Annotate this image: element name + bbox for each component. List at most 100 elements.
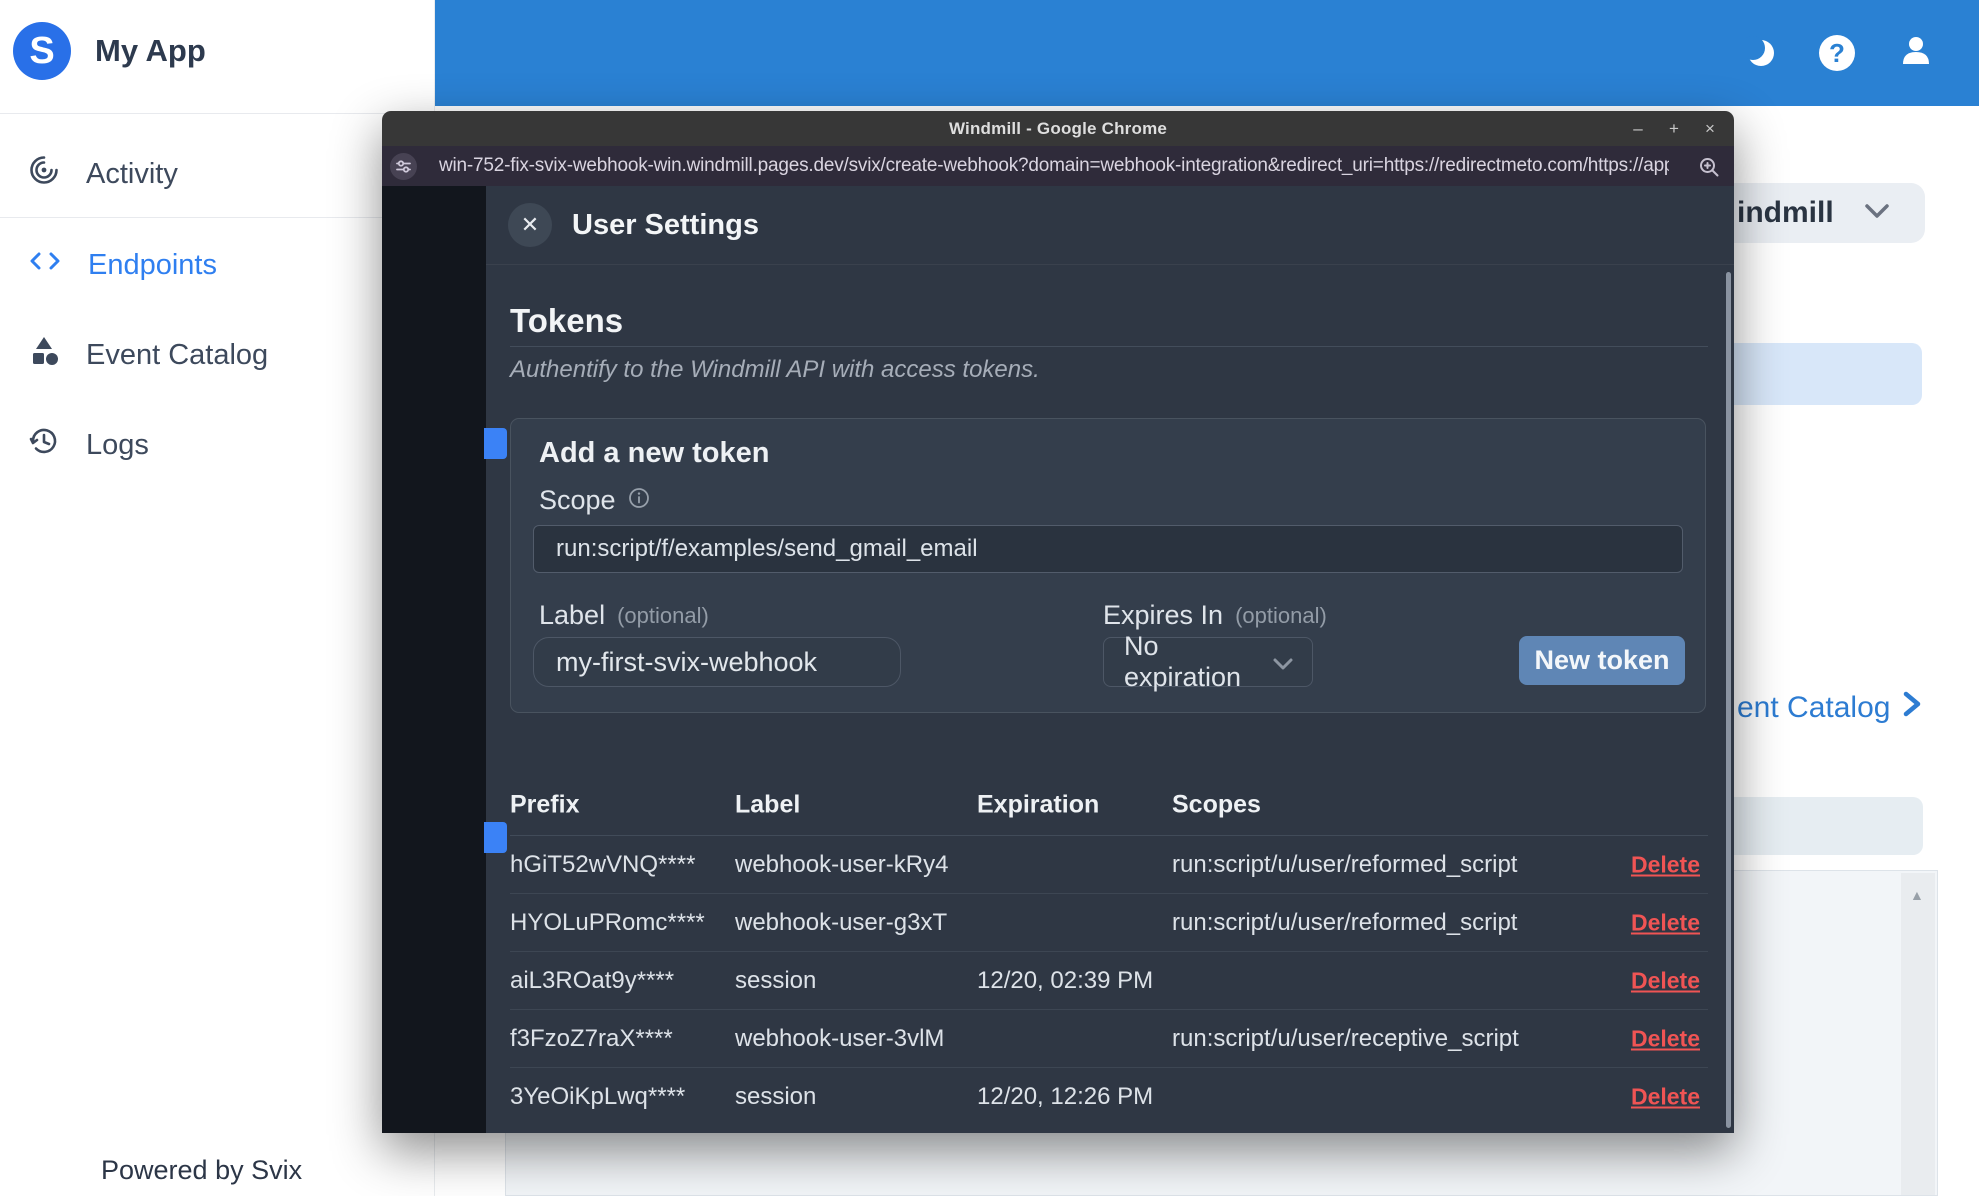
page-backdrop xyxy=(382,186,486,1133)
delete-token-link[interactable]: Delete xyxy=(1631,851,1700,878)
scope-input[interactable]: run:script/f/examples/send_gmail_email xyxy=(533,525,1683,573)
chevron-down-icon xyxy=(1864,203,1890,224)
col-header-expiration: Expiration xyxy=(977,790,1100,819)
info-icon[interactable] xyxy=(628,485,650,516)
table-row: f3FzoZ7raX**** webhook-user-3vlM run:scr… xyxy=(510,1010,1708,1068)
table-header-row: Prefix Label Expiration Scopes xyxy=(510,775,1708,836)
user-settings-modal: ✕ User Settings Tokens Authentify to the… xyxy=(486,186,1734,1133)
col-header-prefix: Prefix xyxy=(510,790,580,819)
new-token-button[interactable]: New token xyxy=(1519,636,1685,685)
tokens-subtitle: Authentify to the Windmill API with acce… xyxy=(510,356,1040,383)
scope-field-label: Scope xyxy=(539,485,650,516)
add-token-card: Add a new token Scope run:script/f/examp… xyxy=(510,418,1706,713)
window-title: Windmill - Google Chrome xyxy=(948,118,1168,138)
token-prefix: f3FzoZ7raX**** xyxy=(510,1024,673,1052)
modal-header: ✕ User Settings xyxy=(486,186,1734,265)
browser-viewport: ✕ User Settings Tokens Authentify to the… xyxy=(382,186,1734,1133)
token-scopes: run:script/u/user/reformed_script xyxy=(1172,908,1518,936)
token-prefix: HYOLuPRomc**** xyxy=(510,908,705,936)
divider xyxy=(510,346,1708,347)
maximize-button[interactable]: + xyxy=(1666,119,1682,139)
panel-scrollbar[interactable]: ▲ xyxy=(1901,873,1935,1195)
user-icon[interactable] xyxy=(1897,32,1935,75)
expires-field-label: Expires In (optional) xyxy=(1103,600,1327,631)
token-label: webhook-user-g3xT xyxy=(735,908,948,936)
token-scopes: run:script/u/user/receptive_script xyxy=(1172,1024,1519,1052)
workspace-label: indmill xyxy=(1737,196,1834,229)
sidebar-item-endpoints[interactable]: Endpoints xyxy=(0,233,435,297)
divider xyxy=(0,113,435,114)
url-text[interactable]: win-752-fix-svix-webhook-win.windmill.pa… xyxy=(439,155,1669,177)
table-row: aiL3ROat9y**** session 12/20, 02:39 PM D… xyxy=(510,952,1708,1010)
event-catalog-link[interactable]: ent Catalog xyxy=(1737,690,1922,726)
expires-selected-value: No expiration xyxy=(1124,631,1242,692)
chevron-down-icon xyxy=(1272,647,1294,678)
app-topbar: ? xyxy=(435,0,1979,106)
token-label: session xyxy=(735,1083,817,1110)
moon-icon[interactable] xyxy=(1741,35,1777,71)
code-icon xyxy=(28,246,62,284)
expires-label-text: Expires In xyxy=(1103,600,1224,630)
token-label: webhook-user-3vlM xyxy=(735,1024,945,1052)
site-settings-icon[interactable] xyxy=(390,152,417,180)
expires-select[interactable]: No expiration xyxy=(1103,631,1313,692)
app-name: My App xyxy=(95,33,206,68)
scope-label-text: Scope xyxy=(539,485,616,515)
minimize-button[interactable]: – xyxy=(1630,119,1646,139)
table-row: hGiT52wVNQ**** webhook-user-kRy4 run:scr… xyxy=(510,836,1708,894)
tokens-heading: Tokens xyxy=(510,302,624,339)
tokens-table: Prefix Label Expiration Scopes hGiT52wVN… xyxy=(510,775,1708,1126)
divider xyxy=(0,217,435,218)
table-row: 3YeOiKpLwq**** session 12/20, 12:26 PM D… xyxy=(510,1068,1708,1126)
label-input[interactable]: my-first-svix-webhook xyxy=(533,637,901,687)
history-icon xyxy=(28,425,60,465)
sidebar: S My App Activity Endpoints Event Catalo… xyxy=(0,0,435,1196)
svix-logo: S xyxy=(13,22,71,80)
col-header-label: Label xyxy=(735,790,801,819)
delete-token-link[interactable]: Delete xyxy=(1631,1084,1700,1111)
scroll-up-icon[interactable]: ▲ xyxy=(1910,887,1924,903)
sidebar-item-event-catalog[interactable]: Event Catalog xyxy=(0,323,435,387)
sidebar-item-label: Logs xyxy=(86,428,149,461)
token-expiration: 12/20, 12:26 PM xyxy=(977,1083,1154,1110)
delete-token-link[interactable]: Delete xyxy=(1631,1025,1700,1052)
close-window-button[interactable]: × xyxy=(1702,119,1718,139)
modal-scrollbar[interactable] xyxy=(1726,272,1731,1128)
token-label: session xyxy=(735,966,817,994)
delete-token-link[interactable]: Delete xyxy=(1631,909,1700,936)
table-row: HYOLuPRomc**** webhook-user-g3xT run:scr… xyxy=(510,894,1708,952)
token-prefix: aiL3ROat9y**** xyxy=(510,966,675,994)
sidebar-item-label: Event Catalog xyxy=(86,338,269,371)
hidden-blue-button[interactable] xyxy=(484,822,507,853)
zoom-icon[interactable] xyxy=(1698,156,1720,183)
sidebar-item-logs[interactable]: Logs xyxy=(0,413,435,477)
delete-token-link[interactable]: Delete xyxy=(1631,967,1700,994)
sidebar-item-activity[interactable]: Activity xyxy=(0,142,435,206)
window-titlebar[interactable]: Windmill - Google Chrome – + × xyxy=(382,111,1734,146)
app-brand: S My App xyxy=(13,22,206,80)
optional-hint: (optional) xyxy=(1235,602,1327,628)
event-catalog-link-label: ent Catalog xyxy=(1737,691,1891,724)
chrome-window: Windmill - Google Chrome – + × win-752-f… xyxy=(382,111,1734,1133)
hidden-blue-button[interactable] xyxy=(484,428,507,459)
sidebar-item-label: Activity xyxy=(86,157,178,190)
help-icon[interactable]: ? xyxy=(1819,35,1855,71)
screen: ? indmill ent Catalog ▲ S My App Activit… xyxy=(0,0,1979,1196)
token-prefix: hGiT52wVNQ**** xyxy=(510,850,696,878)
chevron-right-icon xyxy=(1902,690,1922,726)
modal-title: User Settings xyxy=(572,209,759,241)
target-icon xyxy=(28,154,60,194)
token-expiration: 12/20, 02:39 PM xyxy=(977,966,1154,994)
token-scopes: run:script/u/user/reformed_script xyxy=(1172,850,1518,878)
label-field-label: Label (optional) xyxy=(539,600,709,631)
powered-by-svix: Powered by Svix xyxy=(101,1155,303,1185)
shapes-icon xyxy=(28,335,60,375)
url-bar[interactable]: win-752-fix-svix-webhook-win.windmill.pa… xyxy=(382,146,1734,186)
label-label-text: Label xyxy=(539,600,606,630)
close-icon[interactable]: ✕ xyxy=(508,203,552,247)
token-label: webhook-user-kRy4 xyxy=(735,850,949,878)
optional-hint: (optional) xyxy=(617,602,709,628)
col-header-scopes: Scopes xyxy=(1172,790,1261,819)
add-token-heading: Add a new token xyxy=(539,437,770,469)
token-prefix: 3YeOiKpLwq**** xyxy=(510,1083,686,1110)
